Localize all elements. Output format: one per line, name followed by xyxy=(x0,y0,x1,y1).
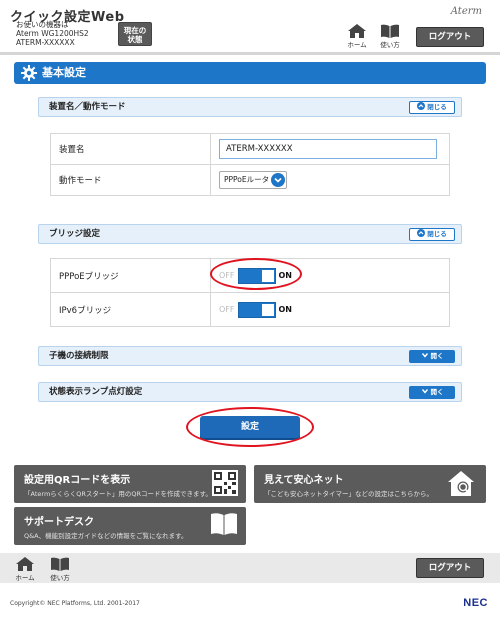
home-label: ホーム xyxy=(347,41,367,49)
operation-mode-label: 動作モード xyxy=(50,164,211,196)
collapse-label: 閉じる xyxy=(427,230,447,238)
section-restriction-title: 子機の接続制限 xyxy=(49,351,109,361)
section-bridge-collapse-button[interactable]: 閉じる xyxy=(409,228,455,241)
toggle-switch[interactable] xyxy=(237,301,276,318)
operation-mode-value: PPPoEルータ xyxy=(224,175,270,184)
section-bridge-header[interactable]: ブリッジ設定 閉じる xyxy=(38,224,462,244)
copyright-text: Copyright© NEC Platforms, Ltd. 2001-2017 xyxy=(10,600,140,607)
section-lamp-header[interactable]: 状態表示ランプ点灯設定 開く xyxy=(38,382,462,402)
safety-banner-title: 見えて安心ネット xyxy=(264,475,344,486)
home-icon xyxy=(348,24,366,38)
chevron-down-icon xyxy=(271,173,285,187)
chevron-down-icon xyxy=(421,353,428,358)
page-title: 基本設定 xyxy=(14,62,486,84)
section-lamp-title: 状態表示ランプ点灯設定 xyxy=(49,387,143,397)
help-nav[interactable]: 使い方 xyxy=(377,24,403,49)
table-row: 動作モード PPPoEルータ xyxy=(50,164,450,196)
support-desk-banner[interactable]: サポートデスク Q&A、機能別設定ガイドなどの情報をご覧になれます。 xyxy=(14,507,246,545)
status-button-line2: 状態 xyxy=(127,35,143,44)
logout-button[interactable]: ログアウト xyxy=(416,27,484,47)
help-label: 使い方 xyxy=(50,574,70,582)
book-icon xyxy=(381,24,399,38)
qr-code-banner[interactable]: 設定用QRコードを表示 「AtermらくらくQRスタート」用のQRコードを作成で… xyxy=(14,465,246,503)
device-name-cell xyxy=(210,133,450,165)
device-model: Aterm WG1200HS2 xyxy=(16,29,89,38)
chevron-up-icon xyxy=(417,229,426,237)
page-title-text: 基本設定 xyxy=(42,66,86,79)
section-device-header[interactable]: 装置名／動作モード 閉じる xyxy=(38,97,462,117)
section-bridge-title: ブリッジ設定 xyxy=(49,229,101,239)
device-name: ATERM-XXXXXX xyxy=(16,38,75,47)
operation-mode-cell: PPPoEルータ xyxy=(210,164,450,196)
qr-code-icon xyxy=(212,470,238,496)
home-icon xyxy=(16,557,34,571)
footer-logout-button[interactable]: ログアウト xyxy=(416,558,484,578)
device-settings-table: 装置名 動作モード PPPoEルータ xyxy=(50,133,450,196)
pppoe-bridge-label: PPPoEブリッジ xyxy=(50,258,211,293)
collapse-label: 閉じる xyxy=(427,103,447,111)
current-status-button[interactable]: 現在の 状態 xyxy=(118,22,152,46)
status-button-line1: 現在の xyxy=(123,26,147,35)
footer-home-nav[interactable]: ホーム xyxy=(12,557,38,582)
help-label: 使い方 xyxy=(380,41,400,49)
section-device-title: 装置名／動作モード xyxy=(49,102,126,112)
section-lamp-expand-button[interactable]: 開く xyxy=(409,386,455,399)
qr-banner-title: 設定用QRコードを表示 xyxy=(24,475,131,486)
footer-nav: ホーム 使い方 ログアウト xyxy=(0,553,500,583)
book-icon xyxy=(51,557,69,571)
expand-label: 開く xyxy=(430,352,444,360)
book-icon xyxy=(211,513,237,535)
ipv6-bridge-cell: OFF ON xyxy=(210,292,450,327)
ipv6-bridge-label: IPv6ブリッジ xyxy=(50,292,211,327)
table-row: 装置名 xyxy=(50,133,450,165)
section-restriction-header[interactable]: 子機の接続制限 開く xyxy=(38,346,462,366)
device-name-input[interactable] xyxy=(219,139,437,159)
ipv6-bridge-toggle[interactable]: OFF ON xyxy=(219,301,293,318)
nec-logo: NEC xyxy=(463,597,488,609)
chevron-up-icon xyxy=(417,102,426,110)
highlight-circle xyxy=(210,258,302,290)
home-search-icon xyxy=(448,471,474,496)
home-label: ホーム xyxy=(15,574,35,582)
support-banner-subtitle: Q&A、機能別設定ガイドなどの情報をご覧になれます。 xyxy=(24,532,188,540)
section-restriction-expand-button[interactable]: 開く xyxy=(409,350,455,363)
support-banner-title: サポートデスク xyxy=(24,517,94,528)
device-label: お使いの機器は xyxy=(16,20,69,29)
chevron-down-icon xyxy=(421,389,428,394)
home-nav[interactable]: ホーム xyxy=(344,24,370,49)
qr-banner-subtitle: 「AtermらくらくQRスタート」用のQRコードを作成できます。 xyxy=(24,490,212,498)
header-divider xyxy=(0,52,500,55)
off-label: OFF xyxy=(219,305,235,314)
expand-label: 開く xyxy=(430,388,444,396)
device-info: お使いの機器は Aterm WG1200HS2 ATERM-XXXXXX xyxy=(16,20,89,47)
footer-help-nav[interactable]: 使い方 xyxy=(47,557,73,582)
header: クイック設定Web お使いの機器は Aterm WG1200HS2 ATERM-… xyxy=(0,0,500,54)
section-device-collapse-button[interactable]: 閉じる xyxy=(409,101,455,114)
safety-banner-subtitle: 「こども安心ネットタイマー」などの設定はこちらから。 xyxy=(264,490,433,498)
device-name-label: 装置名 xyxy=(50,133,211,165)
aterm-logo: Aterm xyxy=(450,6,482,17)
safety-net-banner[interactable]: 見えて安心ネット 「こども安心ネットタイマー」などの設定はこちらから。 xyxy=(254,465,486,503)
gear-icon xyxy=(21,65,37,81)
highlight-circle xyxy=(186,407,314,447)
table-row: IPv6ブリッジ OFF ON xyxy=(50,292,450,327)
operation-mode-select[interactable]: PPPoEルータ xyxy=(219,171,287,189)
toggle-knob xyxy=(261,303,274,316)
on-label: ON xyxy=(278,305,293,314)
